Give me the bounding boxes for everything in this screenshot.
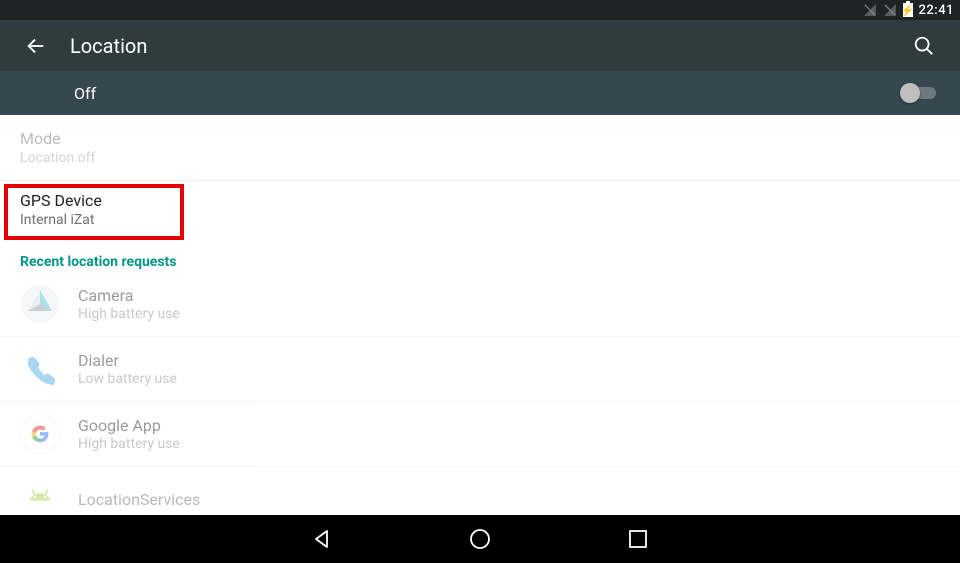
navigation-bar: [0, 515, 960, 563]
recent-app-camera-sub: High battery use: [78, 306, 180, 322]
page-title: Location: [70, 34, 904, 58]
status-clock: 22:41: [919, 3, 954, 18]
recent-app-camera-title: Camera: [78, 286, 180, 305]
google-icon: [20, 414, 60, 454]
mode-title: Mode: [20, 129, 940, 148]
circle-home-icon: [468, 527, 492, 551]
square-recents-icon: [626, 527, 650, 551]
gps-device-row[interactable]: GPS Device Internal iZat: [0, 181, 960, 238]
recent-app-camera[interactable]: Camera High battery use: [0, 272, 960, 337]
mode-row: Mode Location off: [0, 115, 960, 181]
recent-app-dialer-title: Dialer: [78, 351, 177, 370]
search-button[interactable]: [904, 26, 944, 66]
mode-sub: Location off: [20, 150, 940, 166]
arrow-left-icon: [25, 35, 47, 57]
recent-app-google-sub: High battery use: [78, 436, 180, 452]
recent-app-google-title: Google App: [78, 416, 180, 435]
app-bar: Location: [0, 20, 960, 71]
recent-app-dialer[interactable]: Dialer Low battery use: [0, 337, 960, 402]
content-area: Mode Location off GPS Device Internal iZ…: [0, 115, 960, 515]
gps-sub: Internal iZat: [20, 212, 946, 228]
sim-icon-1: [863, 3, 877, 17]
back-button[interactable]: [16, 26, 56, 66]
recent-app-locationservices[interactable]: LocationServices: [0, 467, 960, 515]
battery-charging-icon: ⚡: [903, 3, 913, 17]
location-switch-row[interactable]: Off: [0, 71, 960, 115]
android-icon: [20, 479, 60, 515]
location-switch-label: Off: [74, 84, 900, 103]
nav-recents-button[interactable]: [624, 525, 652, 553]
location-switch-toggle[interactable]: [900, 83, 936, 103]
camera-icon: [20, 284, 60, 324]
nav-home-button[interactable]: [466, 525, 494, 553]
recent-requests-header: Recent location requests: [0, 238, 960, 272]
recent-app-google[interactable]: Google App High battery use: [0, 402, 960, 467]
sim-icon-2: [883, 3, 897, 17]
triangle-back-icon: [310, 527, 334, 551]
status-bar: ⚡ 22:41: [0, 0, 960, 20]
gps-title: GPS Device: [20, 191, 946, 210]
search-icon: [913, 35, 935, 57]
nav-back-button[interactable]: [308, 525, 336, 553]
recent-app-locsvc-title: LocationServices: [78, 490, 200, 509]
dialer-icon: [20, 349, 60, 389]
recent-app-dialer-sub: Low battery use: [78, 371, 177, 387]
